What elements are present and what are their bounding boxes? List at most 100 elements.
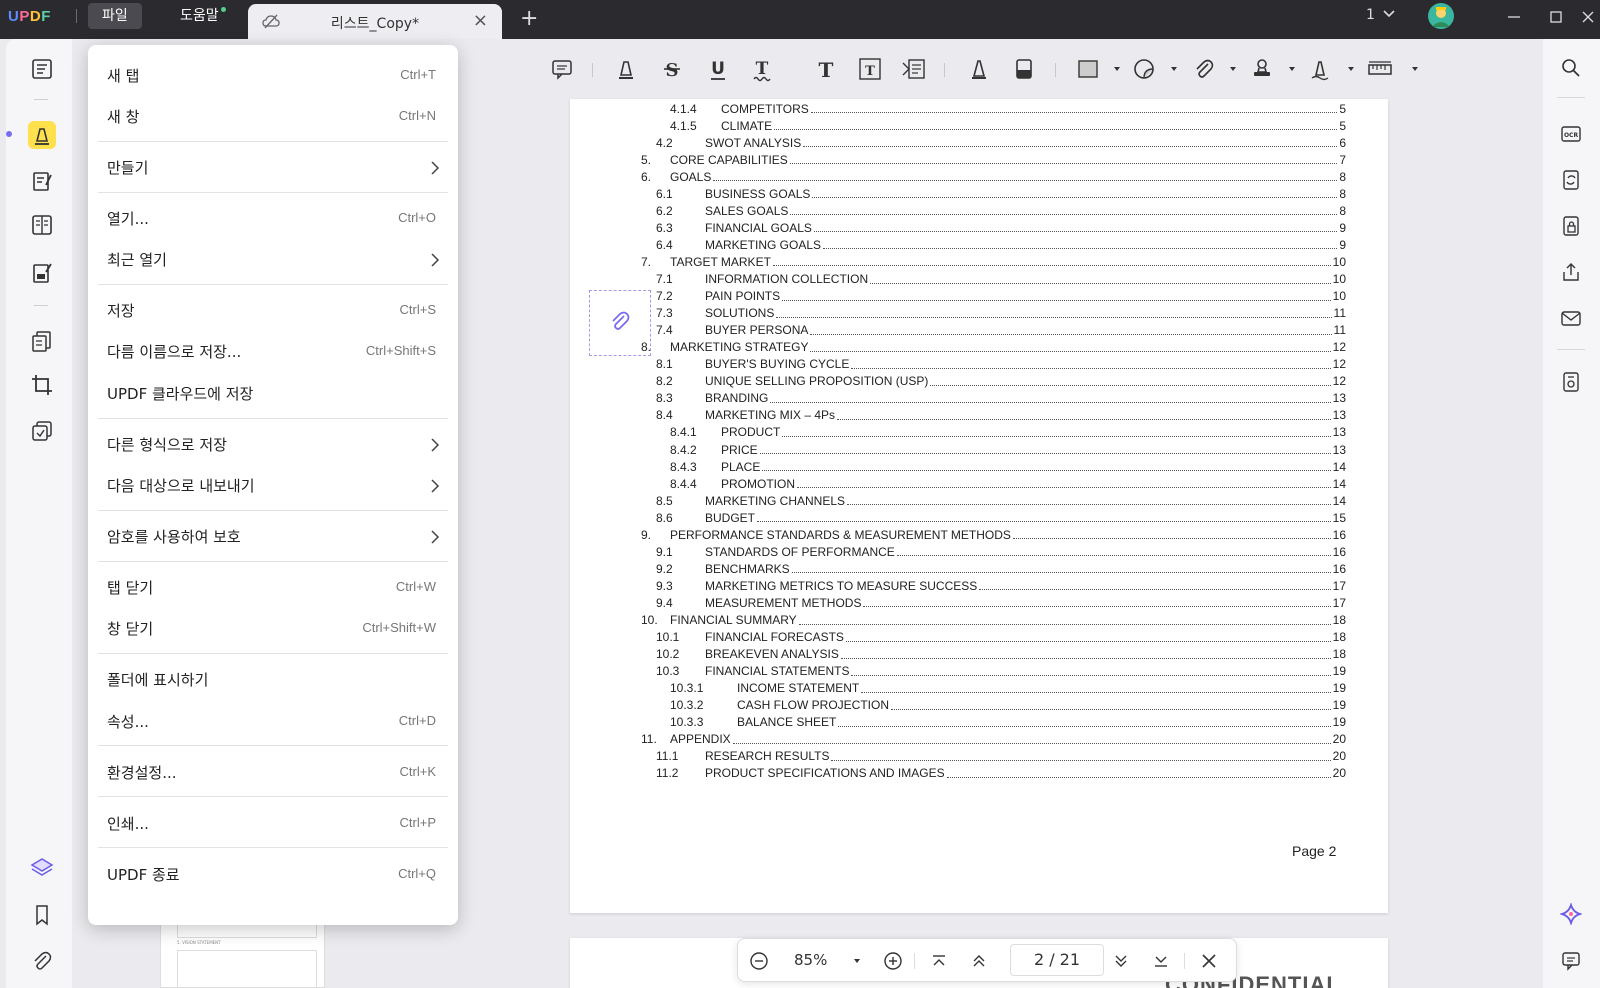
thumbnail-page[interactable] bbox=[177, 950, 317, 988]
toc-row[interactable]: 8.4 MARKETING MIX – 4Ps 13 bbox=[656, 407, 1346, 424]
toc-row[interactable]: 10.3.3 BALANCE SHEET 19 bbox=[670, 714, 1346, 731]
toc-row[interactable]: 4.1.5 CLIMATE 5 bbox=[670, 117, 1346, 134]
zoom-level[interactable]: 85% bbox=[794, 951, 827, 969]
chevron-down-icon[interactable] bbox=[1382, 9, 1396, 19]
attachment-panel-icon[interactable] bbox=[28, 947, 56, 975]
dropdown-caret[interactable] bbox=[1230, 67, 1236, 71]
chat-comments-icon[interactable] bbox=[1560, 949, 1582, 971]
toc-row[interactable]: 9.3 MARKETING METRICS TO MEASURE SUCCESS 1… bbox=[656, 577, 1346, 594]
convert-icon[interactable] bbox=[1560, 169, 1582, 191]
document-tab[interactable]: 리스트_Copy* × bbox=[248, 4, 502, 39]
organize-pages-icon[interactable] bbox=[28, 327, 56, 355]
toc-row[interactable]: 6.1 BUSINESS GOALS 8 bbox=[656, 185, 1346, 202]
sticker-icon[interactable] bbox=[1130, 55, 1158, 83]
toc-row[interactable]: 7.1 INFORMATION COLLECTION 10 bbox=[656, 271, 1346, 288]
toc-row[interactable]: 11. APPENDIX 20 bbox=[641, 731, 1346, 748]
toc-row[interactable]: 4.2 SWOT ANALYSIS 6 bbox=[656, 134, 1346, 151]
toc-row[interactable]: 8.3 BRANDING 13 bbox=[656, 390, 1346, 407]
toc-row[interactable]: 6.4 MARKETING GOALS 9 bbox=[656, 236, 1346, 253]
toc-row[interactable]: 8. MARKETING STRATEGY 12 bbox=[641, 339, 1346, 356]
close-window-icon[interactable] bbox=[1578, 7, 1598, 27]
toc-row[interactable]: 6.3 FINANCIAL GOALS 9 bbox=[656, 219, 1346, 236]
toc-row[interactable]: 8.4.3 PLACE 14 bbox=[670, 458, 1346, 475]
zoom-in-icon[interactable] bbox=[882, 950, 904, 972]
menu-item-export-to[interactable]: 다음 대상으로 내보내기 bbox=[88, 465, 458, 505]
toc-row[interactable]: 8.2 UNIQUE SELLING PROPOSITION (USP) 12 bbox=[656, 373, 1346, 390]
dropdown-caret[interactable] bbox=[1348, 67, 1354, 71]
maximize-icon[interactable] bbox=[1546, 7, 1566, 27]
measure-icon[interactable] bbox=[1366, 55, 1394, 83]
menu-item-new-window[interactable]: 새 창 Ctrl+N bbox=[88, 96, 458, 136]
toc-row[interactable]: 10.1 FINANCIAL FORECASTS 18 bbox=[656, 629, 1346, 646]
toc-row[interactable]: 9. PERFORMANCE STANDARDS & MEASUREMENT ME… bbox=[641, 526, 1346, 543]
toc-row[interactable]: 10. FINANCIAL SUMMARY 18 bbox=[641, 612, 1346, 629]
menu-item-save[interactable]: 저장 Ctrl+S bbox=[88, 290, 458, 330]
toc-row[interactable]: 6.2 SALES GOALS 8 bbox=[656, 202, 1346, 219]
toc-row[interactable]: 8.1 BUYER'S BUYING CYCLE 12 bbox=[656, 356, 1346, 373]
last-page-icon[interactable] bbox=[1150, 950, 1172, 972]
first-page-icon[interactable] bbox=[928, 950, 950, 972]
toc-row[interactable]: 5. CORE CAPABILITIES 7 bbox=[641, 151, 1346, 168]
toc-row[interactable]: 7. TARGET MARKET 10 bbox=[641, 253, 1346, 270]
toc-row[interactable]: 11.1 RESEARCH RESULTS 20 bbox=[656, 748, 1346, 765]
toc-row[interactable]: 7.3 SOLUTIONS 11 bbox=[656, 305, 1346, 322]
toc-row[interactable]: 9.4 MEASUREMENT METHODS 17 bbox=[656, 594, 1346, 611]
highlight-tool-icon[interactable] bbox=[612, 55, 640, 83]
previous-page-icon[interactable] bbox=[968, 950, 990, 972]
comment-tool-highlight[interactable] bbox=[28, 121, 56, 149]
email-icon[interactable] bbox=[1560, 307, 1582, 329]
menu-item-open[interactable]: 열기... Ctrl+O bbox=[88, 198, 458, 238]
form-icon[interactable] bbox=[28, 211, 56, 239]
toc-row[interactable]: 8.4.1 PRODUCT 13 bbox=[670, 424, 1346, 441]
dropdown-caret[interactable] bbox=[1171, 67, 1177, 71]
textbox-icon[interactable]: T bbox=[856, 55, 884, 83]
menu-item-preferences[interactable]: 환경설정... Ctrl+K bbox=[88, 752, 458, 792]
next-page-icon[interactable] bbox=[1110, 950, 1132, 972]
toc-row[interactable]: 10.2 BREAKEVEN ANALYSIS 18 bbox=[656, 646, 1346, 663]
menu-item-save-as[interactable]: 다름 이름으로 저장... Ctrl+Shift+S bbox=[88, 331, 458, 371]
shape-rectangle-icon[interactable] bbox=[1074, 55, 1102, 83]
zoom-out-icon[interactable] bbox=[748, 950, 770, 972]
toc-row[interactable]: 6. GOALS 8 bbox=[641, 168, 1346, 185]
dropdown-caret[interactable] bbox=[1412, 67, 1418, 71]
strikethrough-icon[interactable]: S bbox=[658, 55, 686, 83]
menu-file[interactable]: 파일 bbox=[88, 3, 142, 29]
protect-icon[interactable] bbox=[1560, 215, 1582, 237]
search-icon[interactable] bbox=[1560, 57, 1582, 79]
toc-row[interactable]: 4.1.4 COMPETITORS 5 bbox=[670, 100, 1346, 117]
reader-icon[interactable] bbox=[28, 55, 56, 83]
attach-file-icon[interactable] bbox=[1190, 55, 1218, 83]
toc-row[interactable]: 10.3 FINANCIAL STATEMENTS 19 bbox=[656, 663, 1346, 680]
toc-row[interactable]: 7.2 PAIN POINTS 10 bbox=[656, 288, 1346, 305]
comment-icon[interactable] bbox=[548, 55, 576, 83]
fill-sign-icon[interactable] bbox=[28, 259, 56, 287]
menu-help[interactable]: 도움말 bbox=[166, 3, 233, 29]
toc-row[interactable]: 10.3.2 CASH FLOW PROJECTION 19 bbox=[670, 697, 1346, 714]
dropdown-caret[interactable] bbox=[1289, 67, 1295, 71]
page-number-input[interactable]: 2 / 21 bbox=[1010, 944, 1104, 976]
share-icon[interactable] bbox=[1560, 261, 1582, 283]
menu-item-create[interactable]: 만들기 bbox=[88, 147, 458, 187]
stamp-icon[interactable] bbox=[1248, 55, 1276, 83]
pencil-icon[interactable] bbox=[965, 55, 993, 83]
menu-item-quit-updf[interactable]: UPDF 종료 Ctrl+Q bbox=[88, 854, 458, 894]
menu-item-close-window[interactable]: 창 닫기 Ctrl+Shift+W bbox=[88, 608, 458, 648]
toc-row[interactable]: 10.3.1 INCOME STATEMENT 19 bbox=[670, 680, 1346, 697]
save-icon[interactable] bbox=[1560, 371, 1582, 393]
toc-row[interactable]: 7.4 BUYER PERSONA 11 bbox=[656, 322, 1346, 339]
dropdown-caret[interactable] bbox=[1114, 67, 1120, 71]
menu-item-print[interactable]: 인쇄... Ctrl+P bbox=[88, 803, 458, 843]
menu-item-protect-with-password[interactable]: 암호를 사용하여 보호 bbox=[88, 516, 458, 556]
user-avatar[interactable] bbox=[1428, 3, 1454, 29]
toc-row[interactable]: 8.4.2 PRICE 13 bbox=[670, 441, 1346, 458]
signature-icon[interactable] bbox=[1306, 55, 1334, 83]
minimize-icon[interactable] bbox=[1504, 7, 1524, 27]
underline-icon[interactable]: U bbox=[704, 55, 732, 83]
menu-item-show-in-folder[interactable]: 폴더에 표시하기 bbox=[88, 659, 458, 699]
toc-row[interactable]: 8.6 BUDGET 15 bbox=[656, 509, 1346, 526]
toc-row[interactable]: 9.1 STANDARDS OF PERFORMANCE 16 bbox=[656, 543, 1346, 560]
toc-row[interactable]: 11.2 PRODUCT SPECIFICATIONS AND IMAGES 20 bbox=[656, 765, 1346, 782]
layers-icon[interactable] bbox=[28, 854, 56, 882]
toc-row[interactable]: 8.4.4 PROMOTION 14 bbox=[670, 475, 1346, 492]
ai-assistant-icon[interactable] bbox=[1560, 903, 1582, 925]
